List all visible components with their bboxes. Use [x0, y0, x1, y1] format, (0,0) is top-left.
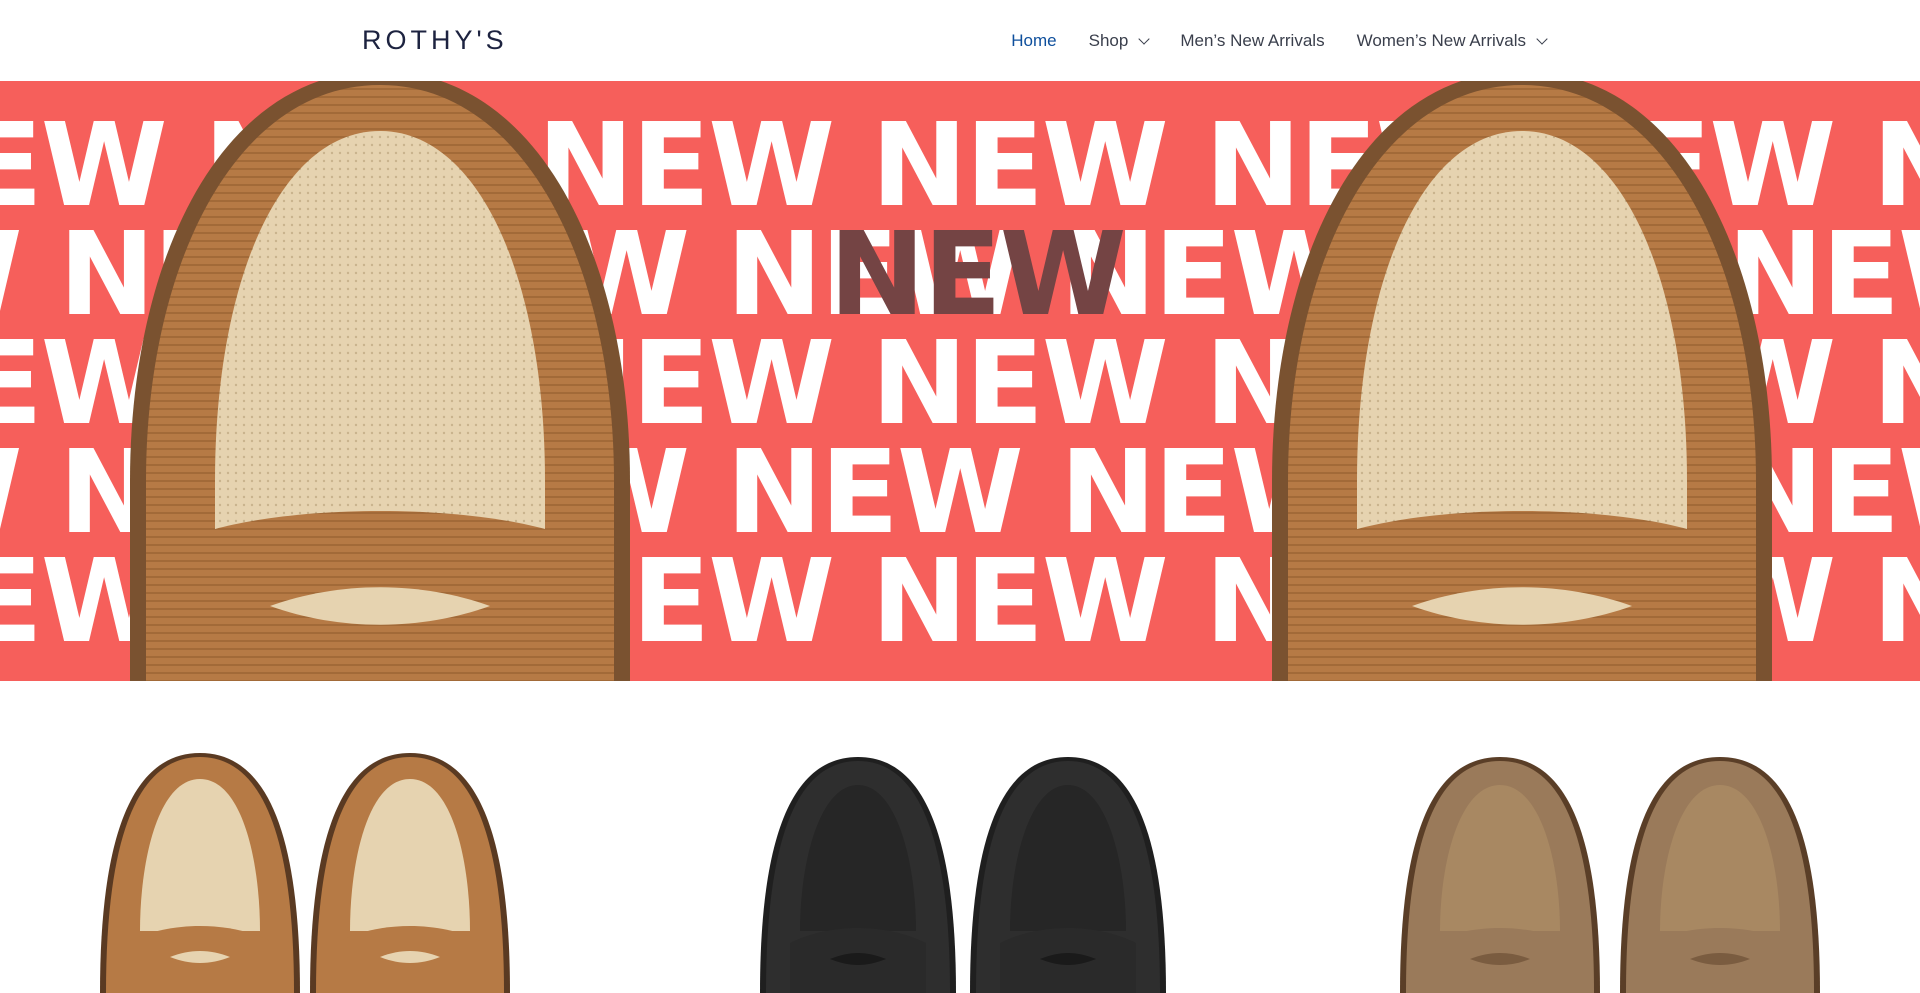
product-grid	[0, 681, 1920, 993]
main-nav: Home Shop Men’s New Arrivals Women’s New…	[979, 0, 1548, 81]
hero-loafer-right	[1272, 81, 1772, 681]
nav-womens-label: Women’s New Arrivals	[1356, 30, 1526, 50]
chevron-down-icon	[1536, 32, 1548, 45]
hero-loafer-left	[130, 81, 630, 681]
nav-shop-label: Shop	[1088, 30, 1129, 50]
product-card[interactable]	[640, 681, 1280, 993]
nav-mens-label: Men’s New Arrivals	[1180, 30, 1325, 50]
nav-home[interactable]: Home	[1011, 31, 1056, 51]
site-header: ROTHY'S Home Shop Men’s New Arrivals Wom…	[0, 0, 1920, 81]
product-image	[760, 757, 1166, 993]
site-logo[interactable]: ROTHY'S	[362, 25, 508, 56]
chevron-down-icon	[1138, 32, 1151, 45]
hero-banner[interactable]: NEW NEW NEW NEW NEW NEW NEW NEW NEW NEW …	[0, 81, 1920, 681]
nav-shop[interactable]: Shop	[1088, 30, 1151, 51]
nav-mens-new-arrivals[interactable]: Men’s New Arrivals	[1180, 31, 1324, 51]
product-card[interactable]	[0, 681, 640, 993]
nav-womens-new-arrivals[interactable]: Women’s New Arrivals	[1356, 30, 1548, 51]
product-image	[1400, 757, 1820, 993]
nav-home-label: Home	[1011, 30, 1057, 50]
product-card[interactable]	[1280, 681, 1920, 993]
hero-highlight-word: NEW	[829, 208, 1127, 342]
product-image	[100, 753, 510, 993]
